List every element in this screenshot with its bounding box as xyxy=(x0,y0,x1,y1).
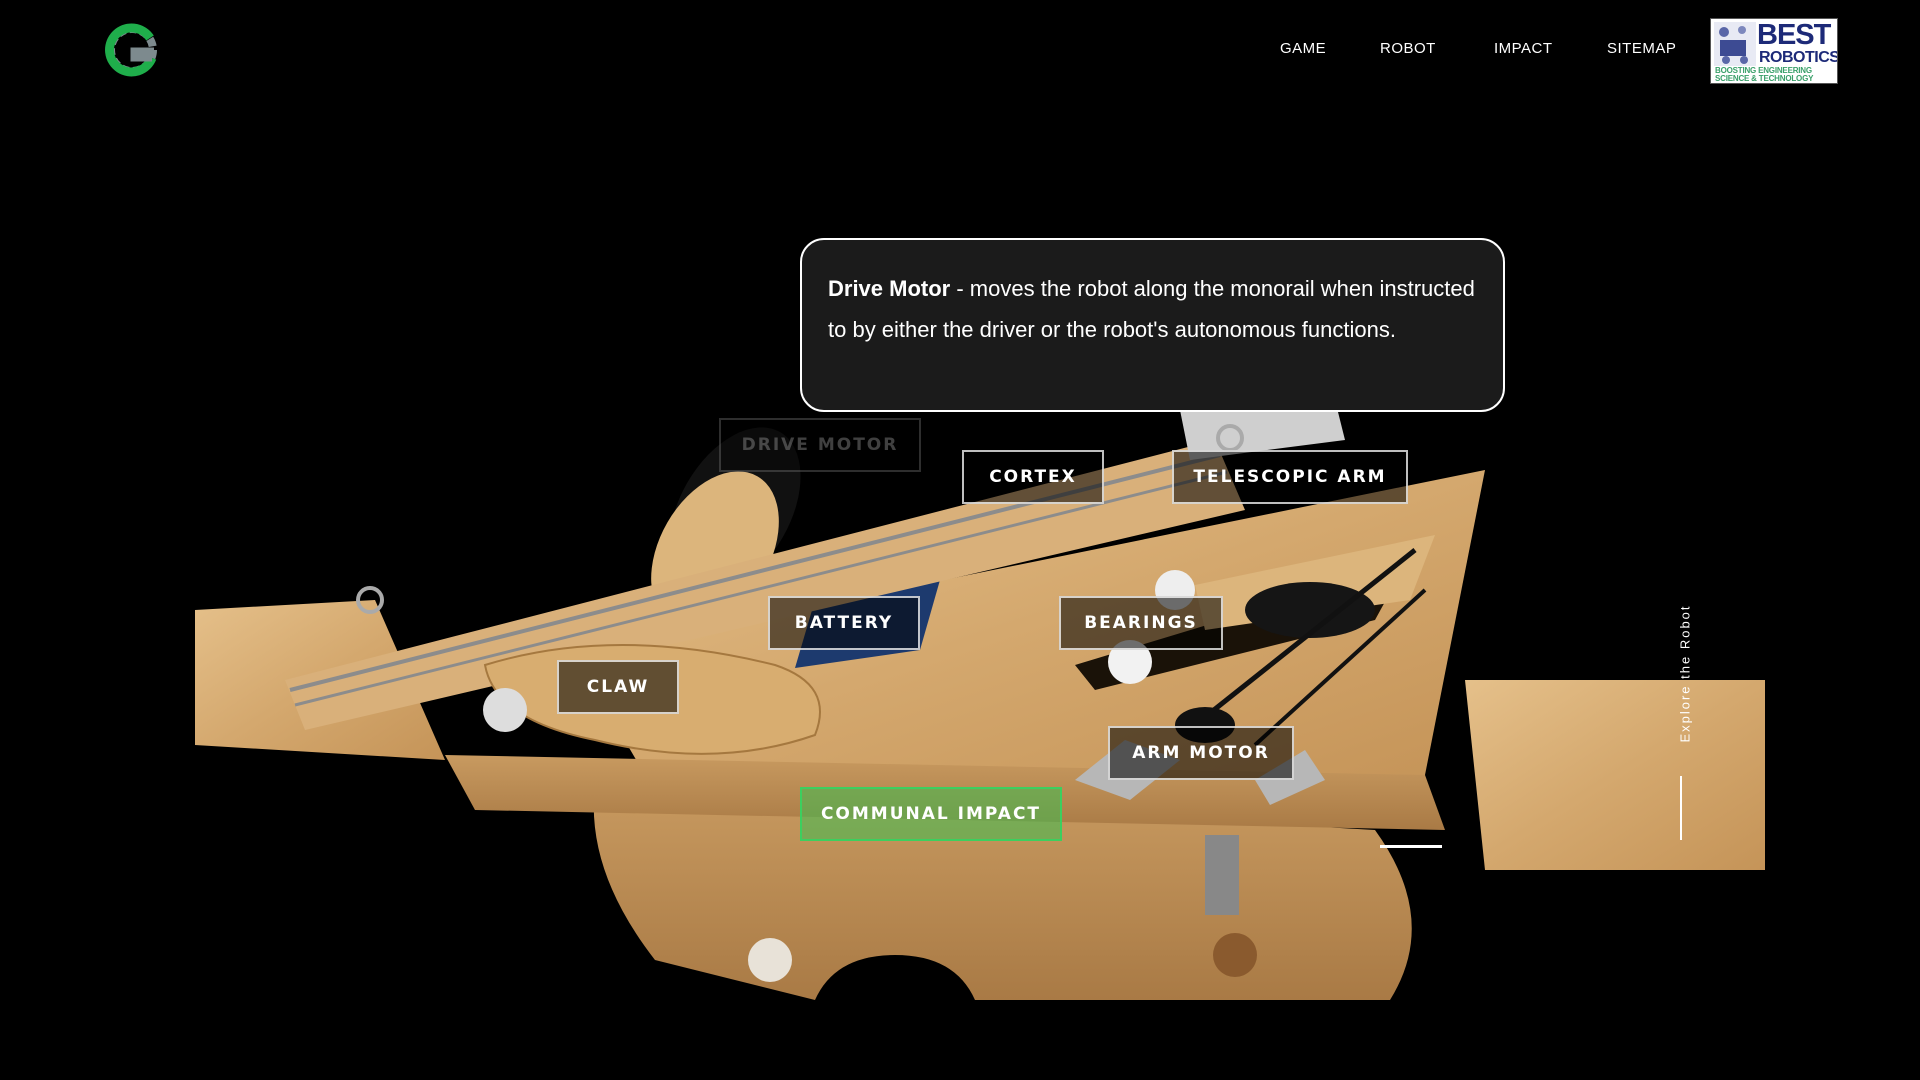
best-wordmark: BEST xyxy=(1757,19,1831,51)
nav-game[interactable]: GAME xyxy=(1280,40,1326,57)
explore-robot-text: Explore the Robot xyxy=(1677,604,1693,743)
hotspot-claw[interactable]: CLAW xyxy=(557,660,679,714)
best-robotics-logo[interactable]: BEST ROBOTICS BOOSTING ENGINEERING SCIEN… xyxy=(1710,18,1838,84)
explore-robot-label: Explore the Robot xyxy=(1672,600,1693,750)
robot-figure-icon xyxy=(1714,22,1756,66)
scroll-indicator-line xyxy=(1680,776,1682,840)
hotspot-cortex[interactable]: CORTEX xyxy=(962,450,1104,504)
nav-impact[interactable]: IMPACT xyxy=(1494,40,1553,57)
hotspot-arm-motor[interactable]: ARM MOTOR xyxy=(1108,726,1294,780)
hotspot-drive-motor[interactable]: DRIVE MOTOR xyxy=(719,418,921,472)
best-tagline: BOOSTING ENGINEERING SCIENCE & TECHNOLOG… xyxy=(1715,66,1814,83)
component-tooltip: Drive Motor - moves the robot along the … xyxy=(800,238,1505,412)
hotspot-communal-impact[interactable]: COMMUNAL IMPACT xyxy=(800,787,1062,841)
tooltip-title: Drive Motor xyxy=(828,276,951,301)
nav-sitemap[interactable]: SITEMAP xyxy=(1607,40,1676,57)
hotspot-bearings[interactable]: BEARINGS xyxy=(1059,596,1223,650)
hotspot-telescopic-arm[interactable]: TELESCOPIC ARM xyxy=(1172,450,1408,504)
hotspot-battery[interactable]: BATTERY xyxy=(768,596,920,650)
g-gear-logo[interactable] xyxy=(100,18,164,82)
nav-robot[interactable]: ROBOT xyxy=(1380,40,1436,57)
gear-icon xyxy=(105,23,157,77)
robotics-wordmark: ROBOTICS xyxy=(1759,49,1838,66)
